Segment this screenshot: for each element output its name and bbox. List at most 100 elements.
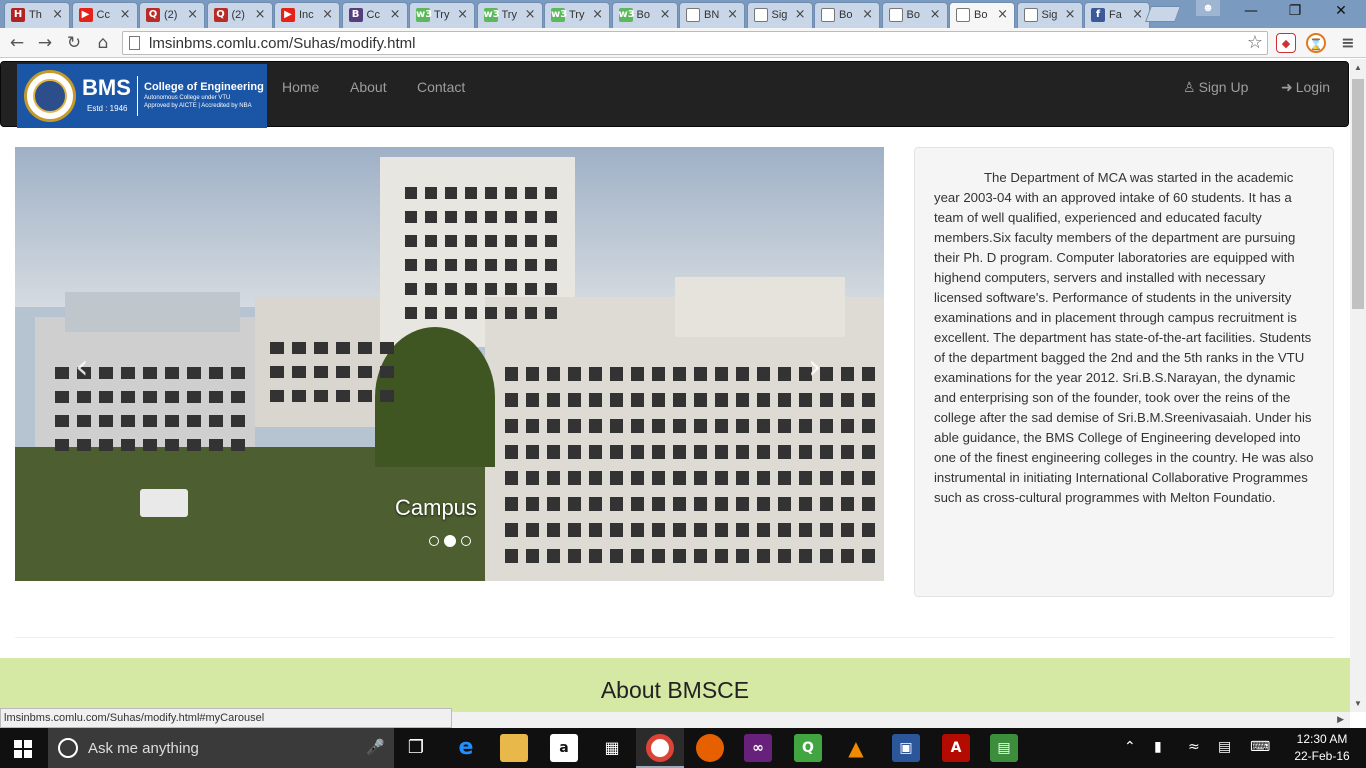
new-tab-button[interactable] — [1145, 6, 1181, 22]
bookmark-star-icon[interactable]: ☆ — [1247, 32, 1263, 53]
browser-tab[interactable]: w3 Try × — [544, 2, 610, 28]
battery-icon[interactable]: ▮ — [1154, 739, 1162, 755]
scroll-up-icon[interactable]: ▲ — [1354, 63, 1362, 72]
qlik-icon[interactable]: Q — [794, 734, 822, 762]
tab-close-icon[interactable]: × — [322, 7, 333, 22]
building-window — [862, 523, 875, 537]
menu-icon[interactable]: ≡ — [1338, 33, 1358, 53]
tab-close-icon[interactable]: × — [592, 7, 603, 22]
browser-tab[interactable]: Bo × — [949, 2, 1015, 28]
building-window — [694, 471, 707, 485]
tab-close-icon[interactable]: × — [795, 7, 806, 22]
tab-close-icon[interactable]: × — [390, 7, 401, 22]
scroll-right-icon[interactable]: ▶ — [1337, 714, 1344, 725]
building-window — [610, 419, 623, 433]
minimize-button[interactable]: — — [1236, 3, 1266, 23]
browser-tab[interactable]: Q (2) × — [139, 2, 205, 28]
building-window — [673, 549, 686, 563]
forward-button[interactable]: → — [34, 32, 56, 54]
building-window — [568, 471, 581, 485]
building-window — [652, 419, 665, 433]
building-window — [121, 415, 135, 427]
about-heading: About BMSCE — [600, 677, 750, 703]
browser-tab[interactable]: ▶ Cc × — [71, 2, 138, 28]
building-window — [270, 390, 284, 402]
browser-tab[interactable]: w3 Try × — [409, 2, 475, 28]
campus-carousel[interactable]: ‹ › Campus — [15, 147, 884, 581]
tab-close-icon[interactable]: × — [997, 7, 1008, 22]
browser-tab[interactable]: Q (2) × — [206, 2, 273, 28]
tab-close-icon[interactable]: × — [862, 7, 873, 22]
browser-tab[interactable]: H Th × — [4, 2, 70, 28]
wifi-icon[interactable]: ≈ — [1188, 739, 1200, 755]
tab-close-icon[interactable]: × — [525, 7, 536, 22]
browser-tab[interactable]: Bo × — [814, 2, 880, 28]
tab-close-icon[interactable]: × — [1132, 7, 1143, 22]
tab-close-icon[interactable]: × — [255, 7, 266, 22]
browser-tab[interactable]: Sig × — [1016, 2, 1083, 28]
extension-shield-icon[interactable]: ◆ — [1276, 33, 1296, 53]
nav-signup[interactable]: ♙ Sign Up — [1183, 79, 1248, 96]
tab-close-icon[interactable]: × — [660, 7, 671, 22]
tray-chevron-icon[interactable]: ⌃ — [1124, 739, 1136, 755]
browser-tab[interactable]: ▶ Inc × — [274, 2, 340, 28]
close-window-button[interactable]: ✕ — [1326, 3, 1356, 23]
chart-app-icon[interactable]: ▤ — [990, 734, 1018, 762]
building-window — [505, 235, 517, 247]
visual-studio-icon[interactable]: ∞ — [744, 734, 772, 762]
building-window — [165, 391, 179, 403]
carousel-prev-icon[interactable]: ‹ — [75, 347, 89, 387]
tab-close-icon[interactable]: × — [1065, 7, 1076, 22]
vertical-scrollbar[interactable]: ▲ ▼ — [1350, 59, 1366, 712]
browser-tab[interactable]: w3 Bo × — [611, 2, 678, 28]
college-logo[interactable]: BMS Estd : 1946 College of Engineering A… — [17, 64, 267, 128]
restore-button[interactable]: ❐ — [1280, 3, 1310, 23]
carousel-indicator[interactable] — [461, 536, 471, 546]
profile-icon[interactable]: ☻ — [1196, 0, 1220, 16]
store-icon[interactable]: ▦ — [598, 734, 626, 762]
chrome-icon[interactable] — [646, 734, 674, 762]
tab-close-icon[interactable]: × — [52, 7, 63, 22]
nav-about[interactable]: About — [350, 79, 387, 95]
home-button[interactable]: ⌂ — [92, 32, 114, 54]
browser-tab[interactable]: w3 Try × — [476, 2, 543, 28]
building-window — [405, 211, 417, 223]
carousel-next-icon[interactable]: › — [808, 347, 822, 387]
browser-tab[interactable]: Sig × — [746, 2, 813, 28]
amazon-icon[interactable]: a — [550, 734, 578, 762]
firefox-icon[interactable] — [696, 734, 724, 762]
system-clock[interactable]: 12:30 AM 22-Feb-16 — [1290, 731, 1354, 765]
browser-tab[interactable]: BN × — [679, 2, 745, 28]
notification-icon[interactable]: ▤ — [1218, 739, 1231, 755]
task-view-icon[interactable]: ❐ — [402, 734, 430, 762]
tab-close-icon[interactable]: × — [120, 7, 131, 22]
nav-contact[interactable]: Contact — [417, 79, 465, 95]
tab-close-icon[interactable]: × — [457, 7, 468, 22]
tab-close-icon[interactable]: × — [187, 7, 198, 22]
start-button[interactable] — [14, 740, 32, 758]
carousel-indicator[interactable] — [429, 536, 439, 546]
browser-tab[interactable]: Bo × — [881, 2, 948, 28]
microphone-icon[interactable]: 🎤 — [366, 738, 385, 756]
vlc-icon[interactable]: ▲ — [842, 734, 870, 762]
acrobat-icon[interactable]: A — [942, 734, 970, 762]
nav-home[interactable]: Home — [282, 79, 319, 95]
app-window-icon[interactable]: ▣ — [892, 734, 920, 762]
file-explorer-icon[interactable] — [500, 734, 528, 762]
cortana-search[interactable]: Ask me anything 🎤 — [48, 728, 394, 768]
keyboard-icon[interactable]: ⌨ — [1250, 739, 1270, 755]
back-button[interactable]: ← — [6, 32, 28, 54]
url-text[interactable]: lmsinbms.comlu.com/Suhas/modify.html — [149, 35, 415, 52]
nav-login[interactable]: ➜ Login — [1281, 79, 1330, 96]
address-bar[interactable]: lmsinbms.comlu.com/Suhas/modify.html ☆ — [122, 31, 1268, 55]
scrollbar-thumb[interactable] — [1352, 79, 1364, 309]
reload-button[interactable]: ↻ — [63, 32, 85, 54]
browser-tab[interactable]: f Fa × — [1084, 2, 1150, 28]
edge-icon[interactable]: e — [452, 734, 480, 762]
tab-close-icon[interactable]: × — [727, 7, 738, 22]
carousel-indicator[interactable] — [444, 535, 456, 547]
tab-close-icon[interactable]: × — [930, 7, 941, 22]
browser-tab[interactable]: B Cc × — [341, 2, 408, 28]
extension-orange-icon[interactable]: ⌛ — [1306, 33, 1326, 53]
scroll-down-icon[interactable]: ▼ — [1354, 699, 1362, 708]
